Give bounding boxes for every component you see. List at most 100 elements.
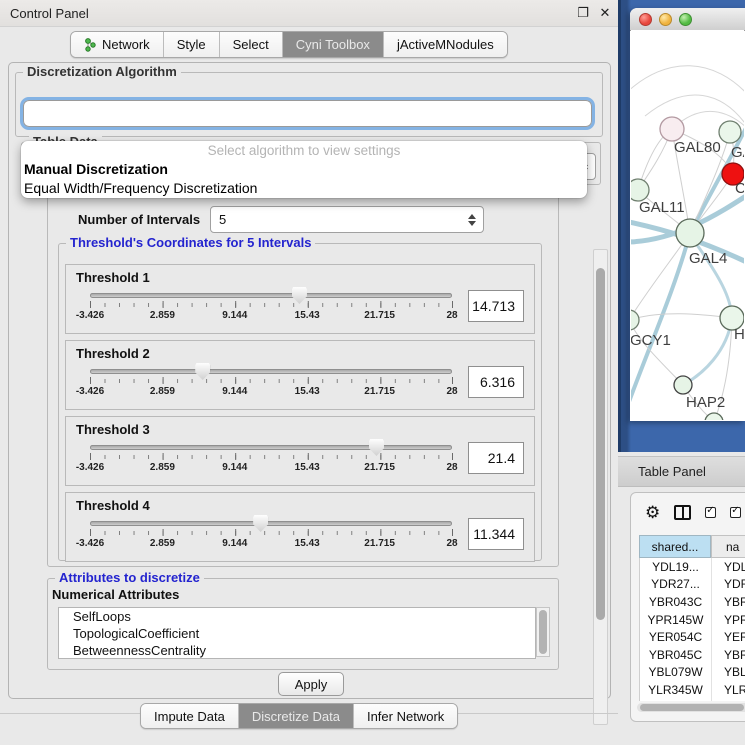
table-row[interactable]: YIL052CYIL0 — [640, 699, 745, 701]
tab-cyni-toolbox[interactable]: Cyni Toolbox — [282, 32, 383, 57]
attribute-item[interactable]: TopologicalCoefficient — [59, 625, 535, 642]
dropdown-option-manual-discretization[interactable]: Manual Discretization — [21, 160, 587, 179]
scale-label: 9.144 — [222, 462, 247, 473]
table-row[interactable]: YBR043CYBR0 — [640, 593, 745, 611]
table-row[interactable]: YER054CYER0 — [640, 628, 745, 646]
attribute-item[interactable]: BetweennessCentrality — [59, 642, 535, 659]
scrollbar-thumb[interactable] — [596, 268, 605, 620]
columns-icon[interactable] — [674, 505, 691, 520]
algorithm-combobox[interactable] — [23, 100, 592, 127]
dropdown-options: Manual DiscretizationEqual Width/Frequen… — [21, 160, 587, 198]
network-node[interactable] — [660, 117, 684, 141]
threshold-slider[interactable]: -3.4262.8599.14415.4321.71528 — [90, 364, 452, 408]
table-panel-titlebar: Table Panel — [618, 456, 745, 487]
network-window-titlebar — [630, 8, 745, 31]
cell-shared-name: YDL19... — [640, 558, 712, 576]
scale-label: 21.715 — [364, 310, 395, 321]
checkbox-icon[interactable] — [705, 507, 716, 518]
cell-name: YIL0 — [712, 699, 745, 701]
panel-vertical-scrollbar[interactable] — [593, 249, 608, 725]
network-edge — [631, 66, 744, 96]
number-of-intervals-combobox[interactable]: 5 — [210, 206, 484, 233]
tab-label: Cyni Toolbox — [296, 37, 370, 52]
table-row[interactable]: YLR345WYLR3 — [640, 681, 745, 699]
cell-shared-name: YDR27... — [640, 576, 712, 594]
slider-track[interactable] — [90, 445, 452, 450]
threshold-slider[interactable]: -3.4262.8599.14415.4321.71528 — [90, 516, 452, 560]
table-row[interactable]: YBL079WYBL0 — [640, 664, 745, 682]
scale-label: -3.426 — [76, 538, 104, 549]
tab-label: Discretize Data — [252, 709, 340, 724]
cell-name: YLR3 — [712, 681, 745, 699]
threshold-value-input[interactable]: 14.713 — [468, 290, 524, 322]
table-body: YDL19...YDL1YDR27...YDR2YBR043CYBR0YPR14… — [639, 558, 745, 701]
column-header-shared-name[interactable]: shared... — [639, 535, 711, 558]
tab-label: Style — [177, 37, 206, 52]
attributes-list-scrollbar[interactable] — [536, 607, 550, 657]
table-panel: ⚙ shared... na YDL19...YDL1YDR27...YDR2Y… — [630, 492, 745, 722]
scale-label: 9.144 — [222, 386, 247, 397]
slider-track[interactable] — [90, 521, 452, 526]
slider-scale-labels: -3.4262.8599.14415.4321.71528 — [90, 538, 452, 552]
network-node[interactable] — [674, 376, 692, 394]
table-row[interactable]: YDR27...YDR2 — [640, 576, 745, 594]
checkbox-icon[interactable] — [730, 507, 741, 518]
threshold-block: Threshold 4-3.4262.8599.14415.4321.71528… — [65, 492, 535, 562]
scale-label: -3.426 — [76, 386, 104, 397]
combo-stepper-icon — [465, 214, 479, 226]
tab-impute-data[interactable]: Impute Data — [141, 704, 238, 728]
scale-label: 15.43 — [295, 386, 320, 397]
node-label: C — [735, 180, 744, 197]
table-header-row: shared... na — [639, 535, 745, 558]
table-row[interactable]: YDL19...YDL1 — [640, 558, 745, 576]
table-row[interactable]: YBR045CYBR0 — [640, 646, 745, 664]
table-panel-region: Table Panel ⚙ shared... na YDL19...YDL1Y… — [618, 452, 745, 745]
tab-select[interactable]: Select — [219, 32, 282, 57]
threshold-value-input[interactable]: 6.316 — [468, 366, 524, 398]
threshold-value-input[interactable]: 21.4 — [468, 442, 524, 474]
slider-scale-labels: -3.4262.8599.14415.4321.71528 — [90, 386, 452, 400]
attributes-group: Attributes to discretize Numerical Attri… — [47, 578, 559, 670]
slider-track[interactable] — [90, 293, 452, 298]
tab-style[interactable]: Style — [163, 32, 219, 57]
network-canvas[interactable]: GAL80GACGAL11GAL4GCY1HHAP2 — [631, 30, 744, 420]
network-node[interactable] — [705, 413, 723, 420]
gear-icon[interactable]: ⚙ — [645, 504, 660, 521]
minimize-button[interactable] — [659, 13, 672, 26]
network-node[interactable] — [631, 179, 649, 201]
zoom-button[interactable] — [679, 13, 692, 26]
attribute-item[interactable]: SelfLoops — [59, 608, 535, 625]
slider-track[interactable] — [90, 369, 452, 374]
node-label: GAL11 — [639, 199, 685, 216]
threshold-slider[interactable]: -3.4262.8599.14415.4321.71528 — [90, 440, 452, 484]
scale-label: 15.43 — [295, 310, 320, 321]
control-panel: Control Panel ❐ ✕ NetworkStyleSelectCyni… — [0, 0, 618, 745]
table-horizontal-scrollbar[interactable] — [637, 703, 745, 712]
scrollbar-thumb[interactable] — [640, 704, 744, 711]
tab-network[interactable]: Network — [71, 32, 163, 57]
float-icon[interactable]: ❐ — [574, 4, 592, 22]
network-node[interactable] — [676, 219, 704, 247]
close-icon[interactable]: ✕ — [596, 4, 614, 22]
tab-discretize-data[interactable]: Discretize Data — [238, 704, 353, 728]
scrollbar-thumb[interactable] — [539, 610, 547, 654]
tab-jactivemnodules[interactable]: jActiveMNodules — [383, 32, 507, 57]
dropdown-option-equal-width-frequency-discretization[interactable]: Equal Width/Frequency Discretization — [21, 179, 587, 198]
threshold-slider[interactable]: -3.4262.8599.14415.4321.71528 — [90, 288, 452, 332]
cell-name: YDR2 — [712, 576, 745, 594]
column-header-name[interactable]: na — [711, 535, 745, 558]
close-button[interactable] — [639, 13, 652, 26]
number-of-intervals-label: Number of Intervals — [78, 212, 200, 227]
tab-infer-network[interactable]: Infer Network — [353, 704, 457, 728]
threshold-value-input[interactable]: 11.344 — [468, 518, 524, 550]
node-label: GAL4 — [689, 250, 727, 267]
network-node[interactable] — [631, 310, 639, 330]
network-edge — [631, 314, 732, 320]
scale-label: 28 — [446, 538, 457, 549]
table-toolbar: ⚙ — [645, 499, 741, 525]
cell-name: YBR0 — [712, 646, 745, 664]
apply-button[interactable]: Apply — [278, 672, 344, 696]
table-row[interactable]: YPR145WYPR1 — [640, 611, 745, 629]
scale-label: 21.715 — [364, 462, 395, 473]
network-node[interactable] — [719, 121, 741, 143]
